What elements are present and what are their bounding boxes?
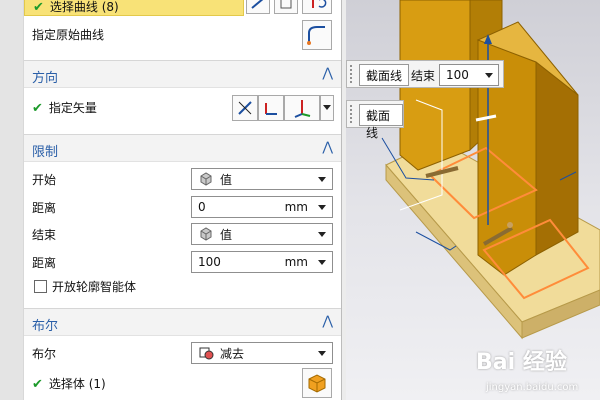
- reverse-icon: [312, 0, 327, 8]
- chevron-down-icon[interactable]: [318, 260, 326, 265]
- original-curve-button[interactable]: [302, 20, 332, 50]
- vector-dialog-button[interactable]: [258, 95, 284, 121]
- chevron-down-icon: [318, 177, 326, 182]
- select-body-row: ✔ 选择体 (1): [24, 371, 341, 395]
- section-line-button[interactable]: 截面线: [359, 64, 410, 86]
- limits-title: 限制: [32, 145, 59, 160]
- check-icon: ✔: [33, 0, 44, 15]
- subtract-icon: [199, 347, 214, 360]
- original-curve-label: 指定原始曲线: [32, 28, 105, 42]
- dialog-panel: ✔ 选择曲线 (8) 指定原始曲线 方向 ⋀ ✔ 指定矢量 限制 ⋀ 开始 值 …: [0, 0, 346, 400]
- axis-vector-icon: [294, 100, 311, 118]
- handle-point: [507, 222, 513, 228]
- chevron-up-icon[interactable]: ⋀: [322, 66, 333, 81]
- section-line-toolbar-2: 截面线: [346, 100, 404, 140]
- end-label: 结束: [411, 69, 436, 83]
- distance1-input[interactable]: 0 mm: [191, 196, 333, 218]
- bool-select[interactable]: 减去: [191, 342, 333, 364]
- distance2-input[interactable]: 100 mm: [191, 251, 333, 273]
- select-body-label: 选择体 (1): [48, 377, 106, 391]
- end-distance-input[interactable]: 100: [439, 64, 499, 86]
- boolean-title: 布尔: [32, 319, 59, 334]
- dialog-content: ✔ 选择曲线 (8) 指定原始曲线 方向 ⋀ ✔ 指定矢量 限制 ⋀ 开始 值 …: [24, 0, 342, 400]
- graphics-viewport[interactable]: 截面线 结束 100 截面线 Bai 经验 jingyan.baidu.com: [346, 0, 600, 400]
- boolean-section-header[interactable]: 布尔 ⋀: [24, 308, 341, 336]
- end-distance-value: 100: [446, 68, 469, 82]
- curve-options-button[interactable]: [274, 0, 298, 14]
- value-cube-icon: [200, 227, 212, 241]
- grip-handle[interactable]: [349, 64, 353, 84]
- chevron-down-icon[interactable]: [318, 205, 326, 210]
- list-icon: [280, 0, 292, 9]
- start-select[interactable]: 值: [191, 168, 333, 190]
- direction-title: 方向: [32, 71, 59, 86]
- start-label: 开始: [32, 173, 57, 187]
- distance2-label: 距离: [32, 256, 57, 270]
- curve-rule-icon: [251, 0, 264, 9]
- distance1-label: 距离: [32, 201, 57, 215]
- open-profile-row: 开放轮廓智能体: [44, 274, 341, 298]
- curve-icon: [307, 26, 325, 45]
- vector-type-button[interactable]: [284, 95, 320, 121]
- distance1-value: 0: [198, 200, 206, 214]
- watermark-url: jingyan.baidu.com: [486, 382, 579, 393]
- bool-value: 减去: [220, 346, 245, 361]
- check-icon: ✔: [32, 101, 43, 116]
- distance2-unit: mm: [284, 255, 308, 269]
- curve-rule-button[interactable]: [246, 0, 270, 14]
- vector-label: 指定矢量: [48, 101, 97, 115]
- chevron-up-icon[interactable]: ⋀: [322, 314, 333, 329]
- value-cube-icon: [200, 172, 212, 186]
- vector-type-dropdown[interactable]: [320, 95, 334, 121]
- end-select[interactable]: 值: [191, 223, 333, 245]
- grip-handle[interactable]: [349, 104, 353, 124]
- distance1-unit: mm: [284, 200, 308, 214]
- limits-section-header[interactable]: 限制 ⋀: [24, 134, 341, 162]
- chevron-down-icon[interactable]: [485, 73, 493, 78]
- check-icon: ✔: [32, 377, 43, 392]
- body-cube-icon: [308, 374, 326, 393]
- section-line-toolbar: 截面线 结束 100: [346, 60, 504, 88]
- end-value: 值: [220, 227, 233, 242]
- original-curve-row: 指定原始曲线: [24, 22, 341, 46]
- direction-section-header[interactable]: 方向 ⋀: [24, 60, 341, 88]
- open-profile-label: 开放轮廓智能体: [52, 280, 137, 294]
- selected-curve-row[interactable]: ✔ 选择曲线 (8): [24, 0, 244, 16]
- vector-dialog-icon: [265, 103, 277, 115]
- start-value: 值: [220, 172, 233, 187]
- panel-strip: [0, 0, 24, 400]
- end-label: 结束: [32, 228, 57, 242]
- distance2-value: 100: [198, 255, 221, 269]
- reverse-button[interactable]: [302, 0, 332, 14]
- watermark-text: Bai 经验: [476, 350, 567, 375]
- reverse-direction-icon: [238, 101, 252, 115]
- chevron-down-icon: [323, 105, 331, 110]
- chevron-down-icon: [318, 351, 326, 356]
- front-block-side: [535, 60, 579, 256]
- chevron-up-icon[interactable]: ⋀: [322, 140, 333, 155]
- bool-label: 布尔: [32, 347, 57, 361]
- select-body-button[interactable]: [302, 368, 332, 398]
- selected-curve-label: 选择曲线 (8): [49, 0, 119, 14]
- reverse-direction-button[interactable]: [232, 95, 258, 121]
- chevron-down-icon: [318, 232, 326, 237]
- extrude-dialog-screen: ✔ 选择曲线 (8) 指定原始曲线 方向 ⋀ ✔ 指定矢量 限制 ⋀ 开始 值 …: [0, 0, 600, 400]
- section-line-button-2[interactable]: 截面线: [359, 104, 403, 140]
